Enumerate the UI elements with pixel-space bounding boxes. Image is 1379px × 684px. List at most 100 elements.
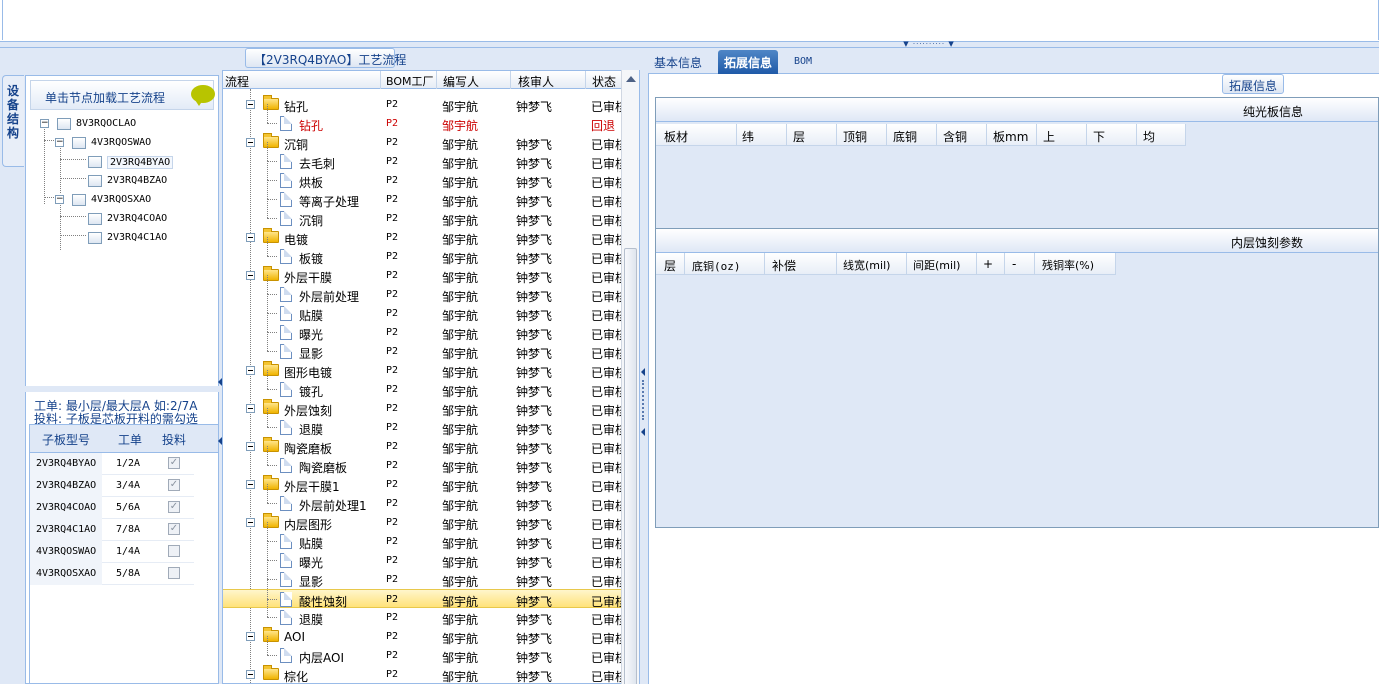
col-header-plus[interactable]: + — [983, 257, 993, 271]
tree-collapse-icon[interactable] — [246, 404, 255, 413]
col-header-model[interactable]: 子板型号 — [42, 431, 90, 448]
tree-node-label[interactable]: 2V3RQ4COAO — [107, 213, 167, 224]
col-header-upper[interactable]: 上 — [1043, 128, 1055, 145]
tab-bom[interactable]: BOM — [788, 50, 818, 74]
process-group-row[interactable]: 陶瓷磨板 P2 邹宇航 钟梦飞 已审核 — [223, 437, 623, 456]
tree-collapse-icon[interactable] — [246, 632, 255, 641]
vertical-splitter[interactable] — [640, 48, 648, 684]
sub-board-order[interactable]: 5/8A — [116, 568, 140, 579]
process-step-row[interactable]: 烘板 P2 邹宇航 钟梦飞 已审核 — [223, 161, 623, 190]
col-header-layer[interactable]: 层 — [664, 257, 676, 274]
process-step-row[interactable]: 贴膜 P2 邹宇航 钟梦飞 已审核 — [223, 294, 623, 323]
col-header-feed[interactable]: 投料 — [162, 431, 186, 448]
collapse-left-icon[interactable] — [641, 428, 645, 436]
scroll-thumb[interactable] — [624, 248, 637, 684]
col-header-line-width[interactable]: 线宽(mil) — [843, 257, 890, 273]
table-row[interactable]: 4V3RQOSXAO 5/8A — [30, 563, 194, 585]
process-step-row[interactable]: 等离子处理 P2 邹宇航 钟梦飞 已审核 — [223, 180, 623, 209]
process-group-row[interactable]: 内层图形 P2 邹宇航 钟梦飞 已审核 — [223, 513, 623, 532]
process-group-row[interactable]: 图形电镀 P2 邹宇航 钟梦飞 已审核 — [223, 361, 623, 380]
col-header-status[interactable]: 状态 — [592, 73, 616, 90]
tree-collapse-icon[interactable] — [246, 100, 255, 109]
collapse-left-icon[interactable] — [641, 368, 645, 376]
col-header-weft[interactable]: 纬 — [742, 128, 754, 145]
col-header-material[interactable]: 板材 — [664, 128, 688, 145]
splitter-grip-icon[interactable]: ▼ ·········· ▼ — [898, 41, 960, 48]
process-group-row[interactable]: 钻孔 P2 邹宇航 钟梦飞 已审核 — [223, 95, 623, 114]
col-header-bom[interactable]: BOM工厂 — [386, 73, 434, 89]
process-step-row[interactable]: 镀孔 P2 邹宇航 钟梦飞 已审核 — [223, 370, 623, 399]
tree-node-label[interactable]: 2V3RQ4BZAO — [107, 175, 167, 186]
table-row[interactable]: 4V3RQOSWAO 1/4A — [30, 541, 194, 563]
col-header-lower[interactable]: 下 — [1093, 128, 1105, 145]
process-step-row[interactable]: 显影 P2 邹宇航 钟梦飞 已审核 — [223, 332, 623, 361]
table-row[interactable]: 2V3RQ4C1AO 7/8A ✓ — [30, 519, 194, 541]
col-header-with-copper[interactable]: 含铜 — [943, 128, 967, 145]
tree-collapse-icon[interactable]: − — [55, 138, 64, 147]
col-header-base-copper[interactable]: 底铜(oz) — [692, 258, 741, 274]
tree-collapse-icon[interactable] — [246, 480, 255, 489]
process-step-row[interactable]: 板镀 P2 邹宇航 钟梦飞 已审核 — [223, 237, 623, 266]
process-group-row[interactable]: 沉铜 P2 邹宇航 钟梦飞 已审核 — [223, 133, 623, 152]
sub-board-order[interactable]: 5/6A — [116, 502, 140, 513]
sub-board-order[interactable]: 1/4A — [116, 546, 140, 557]
col-header-reviewer[interactable]: 核审人 — [518, 73, 554, 90]
process-group-row[interactable]: 电镀 P2 邹宇航 钟梦飞 已审核 — [223, 228, 623, 247]
tree-node-label[interactable]: 4V3RQOSWAO — [91, 137, 151, 148]
col-header-residual-copper[interactable]: 残铜率(%) — [1042, 257, 1094, 273]
splitter-grip-icon[interactable] — [642, 380, 645, 420]
tree-collapse-icon[interactable] — [246, 138, 255, 147]
sub-board-order[interactable]: 1/2A — [116, 458, 140, 469]
col-header-average[interactable]: 均 — [1143, 128, 1155, 145]
process-step-row[interactable]: 外层前处理1 P2 邹宇航 钟梦飞 已审核 — [223, 484, 623, 513]
feed-checkbox[interactable]: ✓ — [168, 457, 180, 469]
col-header-flow[interactable]: 流程 — [225, 73, 249, 90]
sub-board-order[interactable]: 3/4A — [116, 480, 140, 491]
table-row[interactable]: 2V3RQ4BYAO 1/2A ✓ — [30, 453, 194, 475]
col-header-order[interactable]: 工单 — [118, 431, 142, 448]
tree-collapse-icon[interactable]: − — [55, 195, 64, 204]
process-group-row[interactable]: 外层蚀刻 P2 邹宇航 钟梦飞 已审核 — [223, 399, 623, 418]
process-step-row[interactable]: 显影 P2 邹宇航 钟梦飞 已审核 — [223, 560, 623, 589]
process-step-row[interactable]: 曝光 P2 邹宇航 钟梦飞 已审核 — [223, 313, 623, 342]
feed-checkbox[interactable] — [168, 567, 180, 579]
tree-node-label[interactable]: 4V3RQOSXAO — [91, 194, 151, 205]
process-step-row[interactable]: 曝光 P2 邹宇航 钟梦飞 已审核 — [223, 541, 623, 570]
col-header-bottom-copper[interactable]: 底铜 — [893, 128, 917, 145]
sub-board-order[interactable]: 7/8A — [116, 524, 140, 535]
feed-checkbox[interactable]: ✓ — [168, 501, 180, 513]
tab-equipment-structure[interactable]: 设备结构 — [2, 75, 24, 167]
col-header-minus[interactable]: - — [1012, 257, 1016, 271]
col-header-compensation[interactable]: 补偿 — [772, 257, 796, 274]
tree-node-label[interactable]: 8V3RQOCLAO — [76, 118, 136, 129]
tree-collapse-icon[interactable] — [246, 271, 255, 280]
table-row[interactable]: 2V3RQ4BZAO 3/4A ✓ — [30, 475, 194, 497]
scroll-up-arrow-icon[interactable] — [626, 76, 636, 82]
process-step-row[interactable]: 退膜 P2 邹宇航 钟梦飞 已审核 — [223, 408, 623, 437]
process-step-row[interactable]: 外层前处理 P2 邹宇航 钟梦飞 已审核 — [223, 275, 623, 304]
process-step-row[interactable]: 沉铜 P2 邹宇航 钟梦飞 已审核 — [223, 199, 623, 228]
process-step-row[interactable]: 内层AOI P2 邹宇航 钟梦飞 已审核 — [223, 636, 623, 665]
collapse-left-icon[interactable] — [218, 437, 222, 445]
process-step-row[interactable]: 陶瓷磨板 P2 邹宇航 钟梦飞 已审核 — [223, 446, 623, 475]
col-header-author[interactable]: 编写人 — [443, 73, 479, 90]
tree-collapse-icon[interactable] — [246, 233, 255, 242]
tree-node-label[interactable]: 2V3RQ4BYAO — [107, 156, 174, 169]
process-step-row[interactable]: 钻孔 P2 邹宇航 回退 — [223, 104, 623, 133]
process-group-row[interactable]: 外层干膜1 P2 邹宇航 钟梦飞 已审核 — [223, 475, 623, 494]
tree-collapse-icon[interactable]: − — [40, 119, 49, 128]
tree-collapse-icon[interactable] — [246, 670, 255, 679]
tab-basic-info[interactable]: 基本信息 — [648, 50, 708, 74]
process-step-row[interactable]: 酸性蚀刻P2邹宇航钟梦飞已审核 — [223, 580, 623, 609]
table-row[interactable]: 2V3RQ4COAO 5/6A ✓ — [30, 497, 194, 519]
process-step-row[interactable]: 贴膜 P2 邹宇航 钟梦飞 已审核 — [223, 522, 623, 551]
feed-checkbox[interactable]: ✓ — [168, 479, 180, 491]
process-step-row[interactable]: 去毛刺 P2 邹宇航 钟梦飞 已审核 — [223, 142, 623, 171]
col-header-top-copper[interactable]: 顶铜 — [843, 128, 867, 145]
tree-collapse-icon[interactable] — [246, 366, 255, 375]
feed-checkbox[interactable] — [168, 545, 180, 557]
tree-collapse-icon[interactable] — [246, 442, 255, 451]
process-group-row[interactable]: 外层干膜 P2 邹宇航 钟梦飞 已审核 — [223, 266, 623, 285]
process-group-row[interactable]: AOI P2 邹宇航 钟梦飞 已审核 — [223, 627, 623, 646]
col-header-board-mm[interactable]: 板mm — [993, 128, 1028, 145]
